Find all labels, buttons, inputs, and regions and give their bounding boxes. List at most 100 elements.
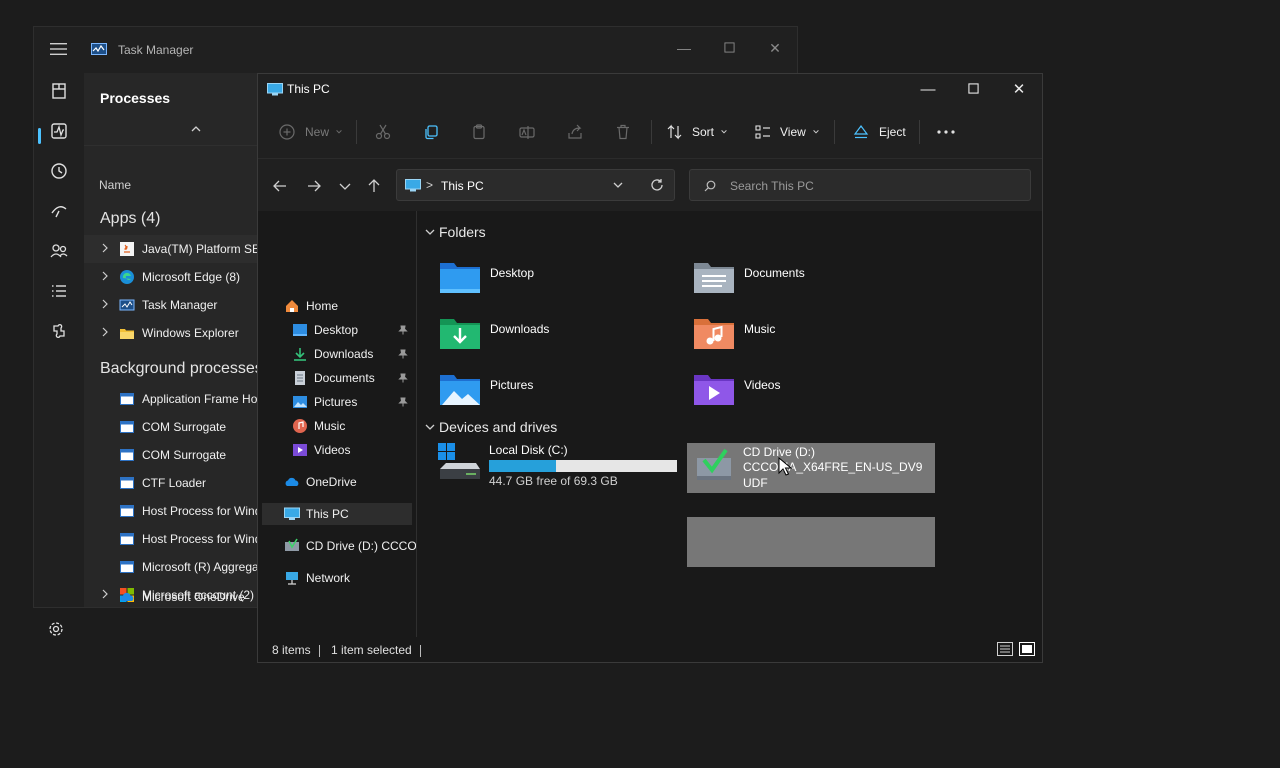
search-box[interactable] [689,169,1031,201]
pin-icon[interactable] [398,373,408,383]
chevron-right-icon[interactable] [101,327,109,337]
sidebar-item-pictures[interactable]: Pictures [262,391,412,413]
search-icon [704,180,716,192]
pictures-folder-icon [440,375,480,405]
pictures-icon [293,396,307,408]
task-manager-title: Task Manager [118,43,194,57]
documents-folder-icon [694,263,734,293]
folder-name: Downloads [490,322,550,336]
this-pc-icon [284,507,300,520]
onedrive-icon [285,477,299,486]
folder-music[interactable]: Music [692,311,932,365]
chevron-right-icon[interactable] [101,271,109,281]
chevron-right-icon[interactable] [101,243,109,253]
address-bar[interactable]: > This PC [396,169,675,201]
rename-button[interactable] [518,120,536,144]
music-folder-icon [694,319,734,349]
details-icon[interactable] [48,280,70,302]
sidebar-item-desktop[interactable]: Desktop [262,319,412,341]
paste-button[interactable] [470,120,488,144]
view-button[interactable]: View [754,120,820,144]
new-button[interactable]: New [278,120,343,144]
minimize-button[interactable]: — [911,78,945,102]
eject-button[interactable]: Eject [852,120,906,144]
tm-close-button[interactable]: ✕ [762,35,788,61]
settings-gear-icon[interactable] [48,621,64,637]
more-options-button[interactable] [936,120,956,144]
share-button[interactable] [566,120,584,144]
chevron-right-icon[interactable] [101,299,109,309]
toolbar-separator [919,120,920,144]
tiles-view-icon[interactable] [1019,642,1035,656]
name-column-header[interactable]: Name [99,178,131,192]
sort-label: Sort [692,125,715,139]
app-history-icon[interactable] [48,160,70,182]
performance-icon[interactable] [48,120,70,142]
recent-locations-chevron-icon[interactable] [336,177,354,195]
hamburger-menu-icon[interactable] [50,42,67,56]
forward-arrow-icon[interactable] [305,177,323,195]
drive-cd-d-tile[interactable]: CD Drive (D:) CCCOMA_X64FRE_EN-US_DV9 UD… [687,443,935,493]
folder-documents[interactable]: Documents [692,255,932,309]
address-dropdown-icon[interactable] [613,181,623,189]
tm-maximize-button[interactable] [716,35,742,61]
content-pane: Folders Desktop Documents Downloads Musi… [417,211,1042,637]
folder-name: Desktop [490,266,535,280]
sidebar-item-cd-drive[interactable]: CD Drive (D:) CCCOMA_X64FRE_EN-US_DV9 [262,535,416,557]
desktop-icon [293,324,307,336]
drive-local-disk-c[interactable]: Local Disk (C:) 44.7 GB free of 69.3 GB [438,441,686,491]
ellipsis-icon [937,130,955,134]
sidebar-item-documents[interactable]: Documents [262,367,412,389]
folder-downloads[interactable]: Downloads [438,311,678,365]
java-icon [120,242,134,256]
maximize-button[interactable] [956,78,990,102]
tm-minimize-button[interactable]: — [671,35,697,61]
toolbar-separator [356,120,357,144]
eject-icon [853,125,869,139]
folder-videos[interactable]: Videos [692,367,932,421]
copy-button[interactable] [422,120,440,144]
sidebar-item-onedrive[interactable]: OneDrive [262,471,412,493]
window-title: This PC [287,82,330,96]
sidebar-item-network[interactable]: Network [262,567,412,589]
users-icon[interactable] [48,240,70,262]
sidebar-item-music[interactable]: Music [262,415,412,437]
sidebar-item-this-pc[interactable]: This PC [262,503,412,525]
breadcrumb-this-pc[interactable]: This PC [441,179,484,193]
toolbar-separator [834,120,835,144]
services-icon[interactable] [48,320,70,342]
process-name: Microsoft OneDrive [142,590,245,604]
section-title: Devices and drives [439,419,558,435]
cut-button[interactable] [374,120,392,144]
sidebar-label: Desktop [314,323,359,337]
status-bar: 8 items 1 item selected [258,637,1042,662]
up-arrow-icon[interactable] [365,177,383,195]
rename-icon [519,126,535,139]
folder-name: Videos [744,378,781,392]
details-view-icon[interactable] [997,642,1013,656]
pin-icon[interactable] [398,349,408,359]
sort-ascending-icon[interactable] [190,125,202,133]
process-name: Windows Explorer [142,326,239,340]
toolbar-separator [651,120,652,144]
close-button[interactable]: ✕ [1002,78,1036,102]
pin-icon[interactable] [398,397,408,407]
chevron-down-icon [336,130,342,134]
disk-usage-bar [489,460,677,472]
sort-button[interactable]: Sort [666,120,728,144]
refresh-icon[interactable] [650,178,664,192]
search-input[interactable] [728,176,1022,196]
sidebar-item-home[interactable]: Home [262,295,412,317]
back-arrow-icon[interactable] [271,177,289,195]
drive-cd-d[interactable] [687,517,935,567]
sidebar-item-downloads[interactable]: Downloads [262,343,412,365]
folder-desktop[interactable]: Desktop [438,255,678,309]
processes-icon[interactable] [48,80,70,102]
delete-button[interactable] [614,120,632,144]
plus-circle-icon [279,124,295,140]
sidebar-item-videos[interactable]: Videos [262,439,412,461]
pin-icon[interactable] [398,325,408,335]
startup-apps-icon[interactable] [48,200,70,222]
folder-pictures[interactable]: Pictures [438,367,678,421]
new-label: New [305,125,330,139]
